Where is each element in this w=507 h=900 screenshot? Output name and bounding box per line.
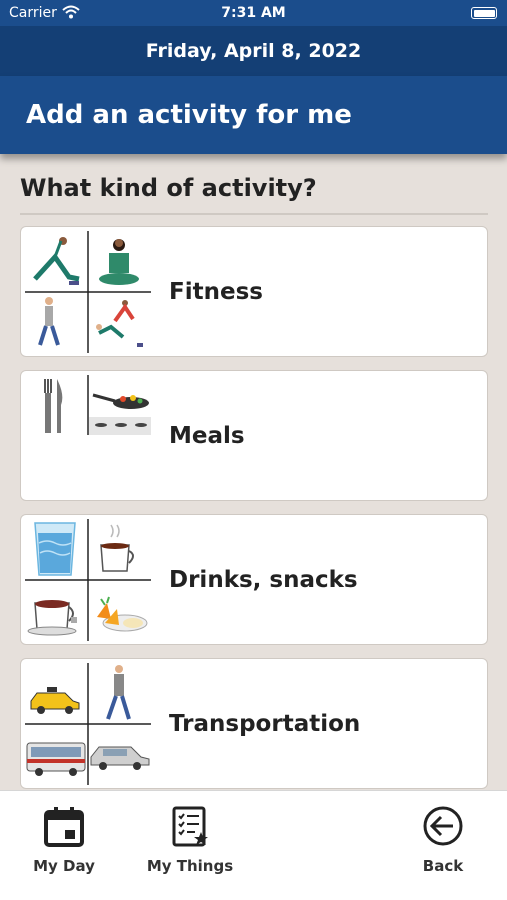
tab-label: Back (422, 857, 464, 875)
tab-bar: My Day My Things Back (0, 790, 507, 900)
activity-label: Transportation (169, 711, 361, 737)
drinks-snacks-icon (25, 519, 151, 641)
activity-card-drinks-snacks[interactable]: Drinks, snacks (20, 514, 488, 645)
meals-icon (44, 375, 151, 435)
back-arrow-icon (423, 806, 463, 846)
tab-label: My Things (146, 857, 234, 875)
activity-card-fitness[interactable]: Fitness (20, 226, 488, 357)
date-bar: Friday, April 8, 2022 (0, 26, 507, 76)
activity-label: Fitness (169, 279, 263, 305)
page-title: Add an activity for me (0, 76, 507, 154)
activity-label: Drinks, snacks (169, 567, 358, 593)
activity-list[interactable]: What kind of activity? Fitness Meals Dri… (0, 154, 507, 790)
checklist-icon (172, 806, 208, 847)
divider (20, 213, 488, 215)
back-button[interactable]: Back (413, 805, 473, 875)
status-bar: Carrier 7:31 AM (0, 0, 507, 26)
battery-icon (471, 7, 497, 19)
fitness-icon (25, 231, 151, 353)
activity-card-transportation[interactable]: Transportation (20, 658, 488, 789)
status-time: 7:31 AM (221, 5, 286, 21)
activity-card-meals[interactable]: Meals (20, 370, 488, 501)
tab-my-day[interactable]: My Day (29, 805, 99, 875)
tab-label: My Day (33, 857, 95, 875)
transportation-icon (25, 663, 151, 785)
tab-my-things[interactable]: My Things (145, 805, 235, 875)
question-heading: What kind of activity? (20, 174, 317, 202)
calendar-icon (44, 807, 84, 847)
activity-label: Meals (169, 423, 245, 449)
